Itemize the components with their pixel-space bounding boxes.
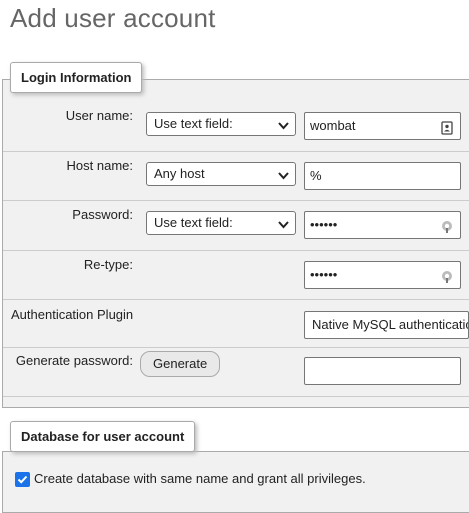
database-for-user-legend: Database for user account: [10, 421, 196, 452]
chevron-down-icon: [278, 116, 289, 138]
password-type-value: Use text field:: [154, 215, 233, 230]
row-separator: [3, 347, 469, 348]
authentication-plugin-select[interactable]: Native MySQL authenticatio: [304, 311, 469, 339]
retype-input[interactable]: ••••••: [304, 261, 461, 289]
password-input[interactable]: ••••••: [304, 211, 461, 239]
row-separator: [3, 396, 469, 397]
check-icon: [17, 475, 28, 484]
create-database-label[interactable]: Create database with same name and grant…: [34, 471, 366, 486]
generate-button[interactable]: Generate: [140, 351, 221, 377]
row-separator: [3, 299, 469, 300]
host-name-type-select[interactable]: Any host: [146, 162, 296, 186]
password-value: ••••••: [310, 217, 338, 232]
page-title: Add user account: [10, 3, 216, 33]
authentication-plugin-value: Native MySQL authenticatio: [312, 317, 469, 332]
generated-password-field[interactable]: [304, 357, 461, 385]
host-name-type-value: Any host: [154, 166, 205, 181]
chevron-down-icon: [278, 166, 289, 188]
user-name-input[interactable]: wombat: [304, 112, 461, 140]
host-name-label: Host name:: [66, 158, 133, 173]
password-type-select[interactable]: Use text field:: [146, 211, 296, 235]
host-name-input[interactable]: %: [304, 162, 461, 190]
host-name-value: %: [310, 168, 322, 183]
user-name-label: User name:: [65, 108, 133, 123]
retype-label: Re-type:: [83, 257, 133, 272]
create-database-checkbox[interactable]: [15, 472, 30, 487]
row-separator: [3, 200, 469, 201]
user-name-value: wombat: [310, 118, 356, 133]
generate-password-label: Generate password:: [15, 353, 133, 368]
row-separator: [3, 151, 469, 152]
row-separator: [3, 250, 469, 251]
password-key-icon[interactable]: [440, 217, 454, 233]
user-name-type-value: Use text field:: [154, 116, 233, 131]
password-label: Password:: [72, 207, 133, 222]
authentication-plugin-label: Authentication Plugin: [11, 307, 134, 322]
contact-card-icon[interactable]: [440, 118, 454, 135]
login-information-legend: Login Information: [10, 62, 143, 93]
password-key-icon[interactable]: [440, 267, 454, 283]
retype-value: ••••••: [310, 267, 338, 282]
user-name-type-select[interactable]: Use text field:: [146, 112, 296, 136]
chevron-down-icon: [278, 215, 289, 237]
